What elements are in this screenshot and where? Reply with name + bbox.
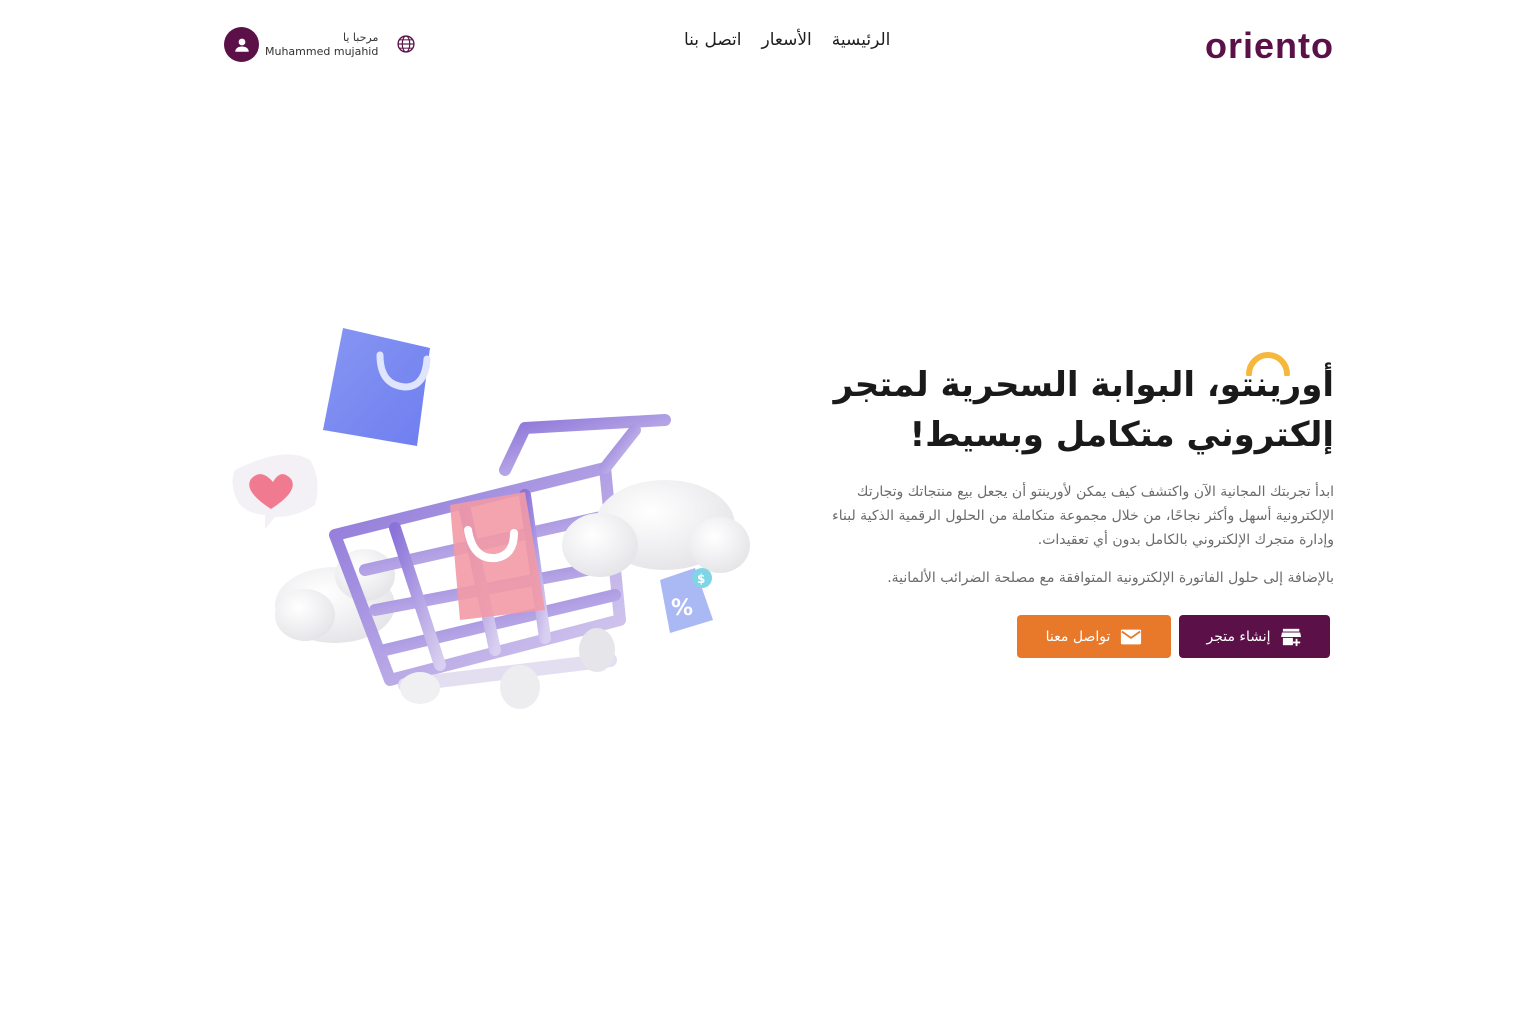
user-menu[interactable]: مرحبا يا Muhammed mujahid — [224, 27, 378, 62]
contact-label: تواصل معنا — [1045, 628, 1111, 645]
user-name: Muhammed mujahid — [265, 44, 379, 58]
contact-button[interactable]: تواصل معنا — [1017, 615, 1171, 658]
user-info: مرحبا يا Muhammed mujahid — [265, 31, 378, 59]
hero-actions: إنشاء متجر تواصل معنا — [1017, 615, 1330, 658]
mail-icon — [1121, 629, 1142, 644]
oriento-logo[interactable]: oriento — [1205, 24, 1334, 68]
hero-description: ابدأ تجربتك المجانية الآن واكتشف كيف يمك… — [832, 484, 1334, 548]
store-add-icon — [1280, 628, 1301, 646]
heart-bubble-icon — [232, 454, 318, 529]
svg-text:%: % — [671, 596, 693, 621]
main-nav: الرئيسية الأسعار اتصل بنا — [684, 30, 890, 50]
nav-pricing[interactable]: الأسعار — [762, 30, 812, 50]
greeting-text: مرحبا يا — [343, 30, 379, 44]
discount-tag-icon: % $ — [660, 568, 713, 633]
shopping-bag-icon — [323, 328, 431, 446]
hero-extra: بالإضافة إلى حلول الفاتورة الإلكترونية ا… — [887, 570, 1334, 586]
nav-home[interactable]: الرئيسية — [832, 30, 891, 50]
avatar[interactable] — [224, 27, 259, 62]
create-store-label: إنشاء متجر — [1206, 628, 1271, 645]
create-store-button[interactable]: إنشاء متجر — [1179, 615, 1330, 658]
user-icon — [234, 38, 249, 52]
hero-section: أورينتو، البوابة السحرية لمتجر إلكتروني … — [820, 360, 1334, 590]
hero-title: أورينتو، البوابة السحرية لمتجر إلكتروني … — [833, 365, 1334, 455]
shopping-cart-illustration: % $ — [232, 328, 750, 709]
landing-page: oriento الرئيسية الأسعار اتصل بنا مرحبا … — [0, 0, 1537, 1019]
logo-text: oriento — [1205, 25, 1334, 66]
nav-contact[interactable]: اتصل بنا — [684, 30, 742, 50]
cloud-right — [562, 480, 750, 577]
svg-text:$: $ — [697, 572, 705, 586]
globe-icon[interactable] — [396, 34, 416, 54]
